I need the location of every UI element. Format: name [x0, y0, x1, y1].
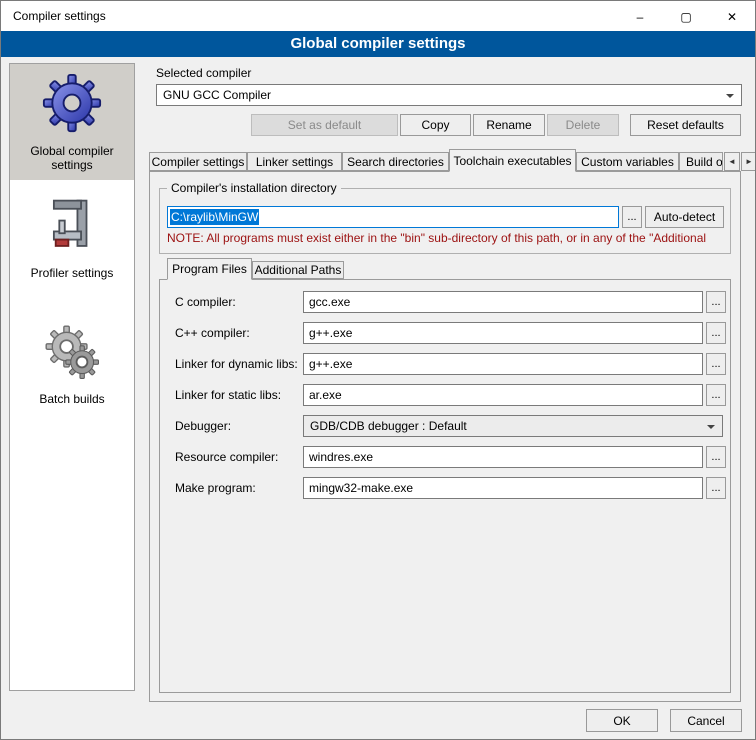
- field-label: C compiler:: [175, 295, 236, 309]
- dynamic-linker-browse-button[interactable]: ...: [706, 353, 726, 375]
- c-compiler-input[interactable]: [303, 291, 703, 313]
- note-text: NOTE: All programs must exist either in …: [167, 231, 729, 245]
- sidebar-item-batch-builds[interactable]: Batch builds: [10, 314, 134, 414]
- cpp-compiler-browse-button[interactable]: ...: [706, 322, 726, 344]
- field-label: Resource compiler:: [175, 450, 278, 464]
- gray-gears-icon: [43, 323, 101, 386]
- clamp-icon: [43, 197, 101, 260]
- sidebar-item-label: Batch builds: [39, 392, 104, 406]
- compiler-select-value: GNU GCC Compiler: [163, 88, 271, 102]
- tab-search-directories[interactable]: Search directories: [342, 152, 449, 171]
- c-compiler-browse-button[interactable]: ...: [706, 291, 726, 313]
- dynamic-linker-input[interactable]: [303, 353, 703, 375]
- debugger-select-value: GDB/CDB debugger : Default: [310, 419, 467, 433]
- resource-compiler-input[interactable]: [303, 446, 703, 468]
- selected-compiler-label: Selected compiler: [156, 66, 251, 80]
- maximize-button[interactable]: ▢: [663, 1, 709, 31]
- reset-defaults-button[interactable]: Reset defaults: [630, 114, 741, 136]
- sidebar-item-profiler-settings[interactable]: Profiler settings: [10, 188, 134, 288]
- copy-button[interactable]: Copy: [400, 114, 471, 136]
- field-label: Linker for dynamic libs:: [175, 357, 298, 371]
- field-label: Debugger:: [175, 419, 231, 433]
- cancel-button[interactable]: Cancel: [670, 709, 742, 732]
- rename-button[interactable]: Rename: [473, 114, 545, 136]
- page-title: Global compiler settings: [1, 31, 755, 57]
- static-linker-input[interactable]: [303, 384, 703, 406]
- tab-custom-variables[interactable]: Custom variables: [576, 152, 679, 171]
- window-title: Compiler settings: [13, 1, 106, 31]
- field-label: Make program:: [175, 481, 256, 495]
- tab-toolchain-executables[interactable]: Toolchain executables: [449, 149, 576, 172]
- auto-detect-button[interactable]: Auto-detect: [645, 206, 724, 228]
- installation-directory-title: Compiler's installation directory: [167, 181, 341, 195]
- minimize-button[interactable]: –: [617, 1, 663, 31]
- tab-additional-paths[interactable]: Additional Paths: [252, 261, 344, 279]
- sidebar-item-label: Global compiler settings: [13, 144, 131, 172]
- installation-directory-value: C:\raylib\MinGW: [170, 209, 259, 225]
- field-label: Linker for static libs:: [175, 388, 281, 402]
- tab-linker-settings[interactable]: Linker settings: [247, 152, 342, 171]
- installation-directory-input[interactable]: C:\raylib\MinGW: [167, 206, 619, 228]
- cpp-compiler-input[interactable]: [303, 322, 703, 344]
- delete-button[interactable]: Delete: [547, 114, 619, 136]
- tab-program-files[interactable]: Program Files: [167, 258, 252, 280]
- tab-compiler-settings[interactable]: Compiler settings: [149, 152, 247, 171]
- debugger-select[interactable]: GDB/CDB debugger : Default: [303, 415, 723, 437]
- sidebar-item-label: Profiler settings: [31, 266, 114, 280]
- ok-button[interactable]: OK: [586, 709, 658, 732]
- field-label: C++ compiler:: [175, 326, 250, 340]
- tab-scroll-left-icon[interactable]: ◄: [724, 152, 740, 171]
- settings-sidebar: Global compiler settings Profiler settin…: [9, 63, 135, 691]
- tab-scroll-right-icon[interactable]: ►: [741, 152, 756, 171]
- static-linker-browse-button[interactable]: ...: [706, 384, 726, 406]
- compiler-settings-dialog: Compiler settings – ▢ ✕ Global compiler …: [0, 0, 756, 740]
- compiler-select[interactable]: GNU GCC Compiler: [156, 84, 742, 106]
- make-program-input[interactable]: [303, 477, 703, 499]
- browse-directory-button[interactable]: ...: [622, 206, 642, 228]
- title-bar[interactable]: Compiler settings – ▢ ✕: [1, 1, 755, 31]
- resource-compiler-browse-button[interactable]: ...: [706, 446, 726, 468]
- sidebar-item-global-compiler-settings[interactable]: Global compiler settings: [10, 64, 134, 180]
- make-program-browse-button[interactable]: ...: [706, 477, 726, 499]
- gear-icon: [42, 73, 102, 138]
- close-button[interactable]: ✕: [709, 1, 755, 31]
- tab-build-options[interactable]: Build options: [679, 152, 723, 171]
- set-as-default-button[interactable]: Set as default: [251, 114, 398, 136]
